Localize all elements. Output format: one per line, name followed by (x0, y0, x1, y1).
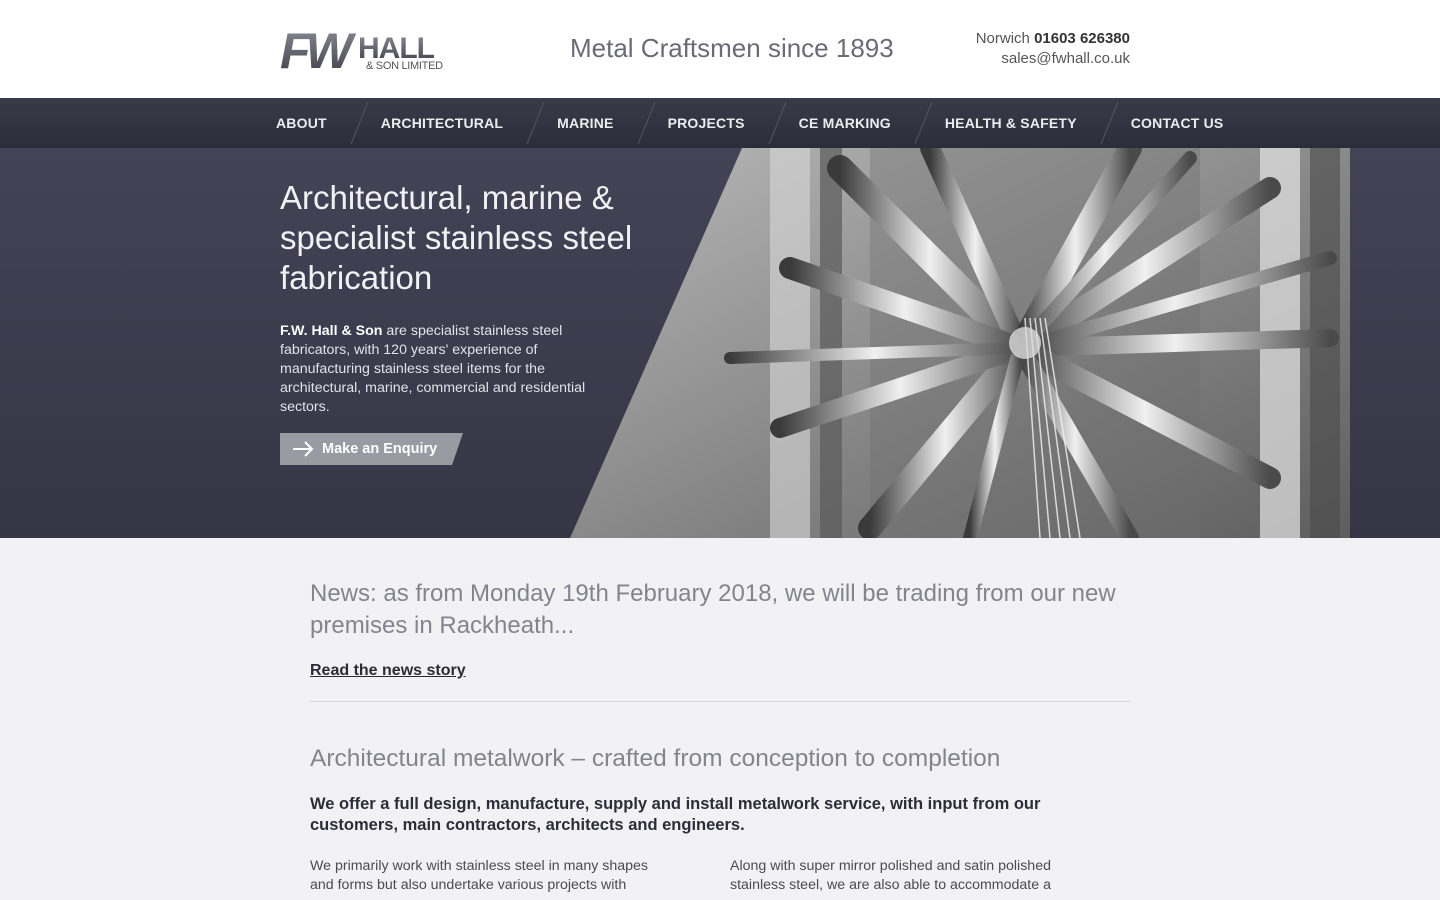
section-lead: We offer a full design, manufacture, sup… (310, 795, 1041, 834)
section-divider (310, 701, 1130, 702)
hero-description: F.W. Hall & Son are specialist stainless… (280, 322, 600, 417)
phone-number[interactable]: 01603 626380 (1034, 30, 1130, 47)
make-enquiry-label: Make an Enquiry (322, 441, 438, 457)
hero-text-block: Architectural, marine & specialist stain… (280, 178, 640, 417)
nav-item-contact-us[interactable]: CONTACT US (1121, 98, 1246, 148)
text-columns: We primarily work with stainless steel i… (310, 857, 1130, 895)
nav-divider (767, 98, 789, 148)
hero-banner: Architectural, marine & specialist stain… (0, 148, 1440, 538)
main-content: News: as from Monday 19th February 2018,… (310, 538, 1130, 895)
arrow-right-icon (293, 441, 314, 457)
nav-item-ce-marking[interactable]: CE MARKING (789, 98, 913, 148)
site-header: FW HALL & SON LIMITED Metal Craftsmen si… (0, 0, 1440, 98)
company-name: F.W. Hall & Son (280, 323, 383, 339)
hero-title: Architectural, marine & specialist stain… (280, 179, 633, 296)
tagline: Metal Craftsmen since 1893 (570, 33, 894, 63)
email-link[interactable]: sales@fwhall.co.uk (976, 49, 1130, 69)
news-headline: News: as from Monday 19th February 2018,… (310, 580, 1116, 639)
column-left-text: We primarily work with stainless steel i… (310, 858, 648, 893)
nav-item-health-safety[interactable]: HEALTH & SAFETY (935, 98, 1099, 148)
nav-divider (1099, 98, 1121, 148)
nav-divider (349, 98, 371, 148)
fwhall-logo[interactable]: FW HALL & SON LIMITED (280, 28, 465, 72)
city-label: Norwich (975, 30, 1030, 47)
svg-text:FW: FW (280, 28, 357, 72)
contact-info: Norwich 01603 626380 sales@fwhall.co.uk (976, 29, 1130, 69)
nav-item-projects[interactable]: PROJECTS (658, 98, 767, 148)
nav-divider (636, 98, 658, 148)
read-news-link[interactable]: Read the news story (310, 662, 466, 680)
section-title: Architectural metalwork – crafted from c… (310, 745, 1001, 772)
make-enquiry-button[interactable]: Make an Enquiry (280, 433, 463, 465)
nav-item-architectural[interactable]: ARCHITECTURAL (371, 98, 525, 148)
nav-item-marine[interactable]: MARINE (547, 98, 635, 148)
nav-divider (913, 98, 935, 148)
nav-divider (525, 98, 547, 148)
svg-text:& SON LIMITED: & SON LIMITED (366, 60, 443, 72)
column-right-text: Along with super mirror polished and sat… (730, 858, 1051, 893)
phone-line: Norwich 01603 626380 (976, 29, 1130, 49)
nav-item-about[interactable]: ABOUT (266, 98, 349, 148)
main-nav: ABOUT ARCHITECTURAL MARINE PROJECTS CE M… (0, 98, 1440, 148)
stainless-steel-sculpture-image (570, 148, 1350, 538)
